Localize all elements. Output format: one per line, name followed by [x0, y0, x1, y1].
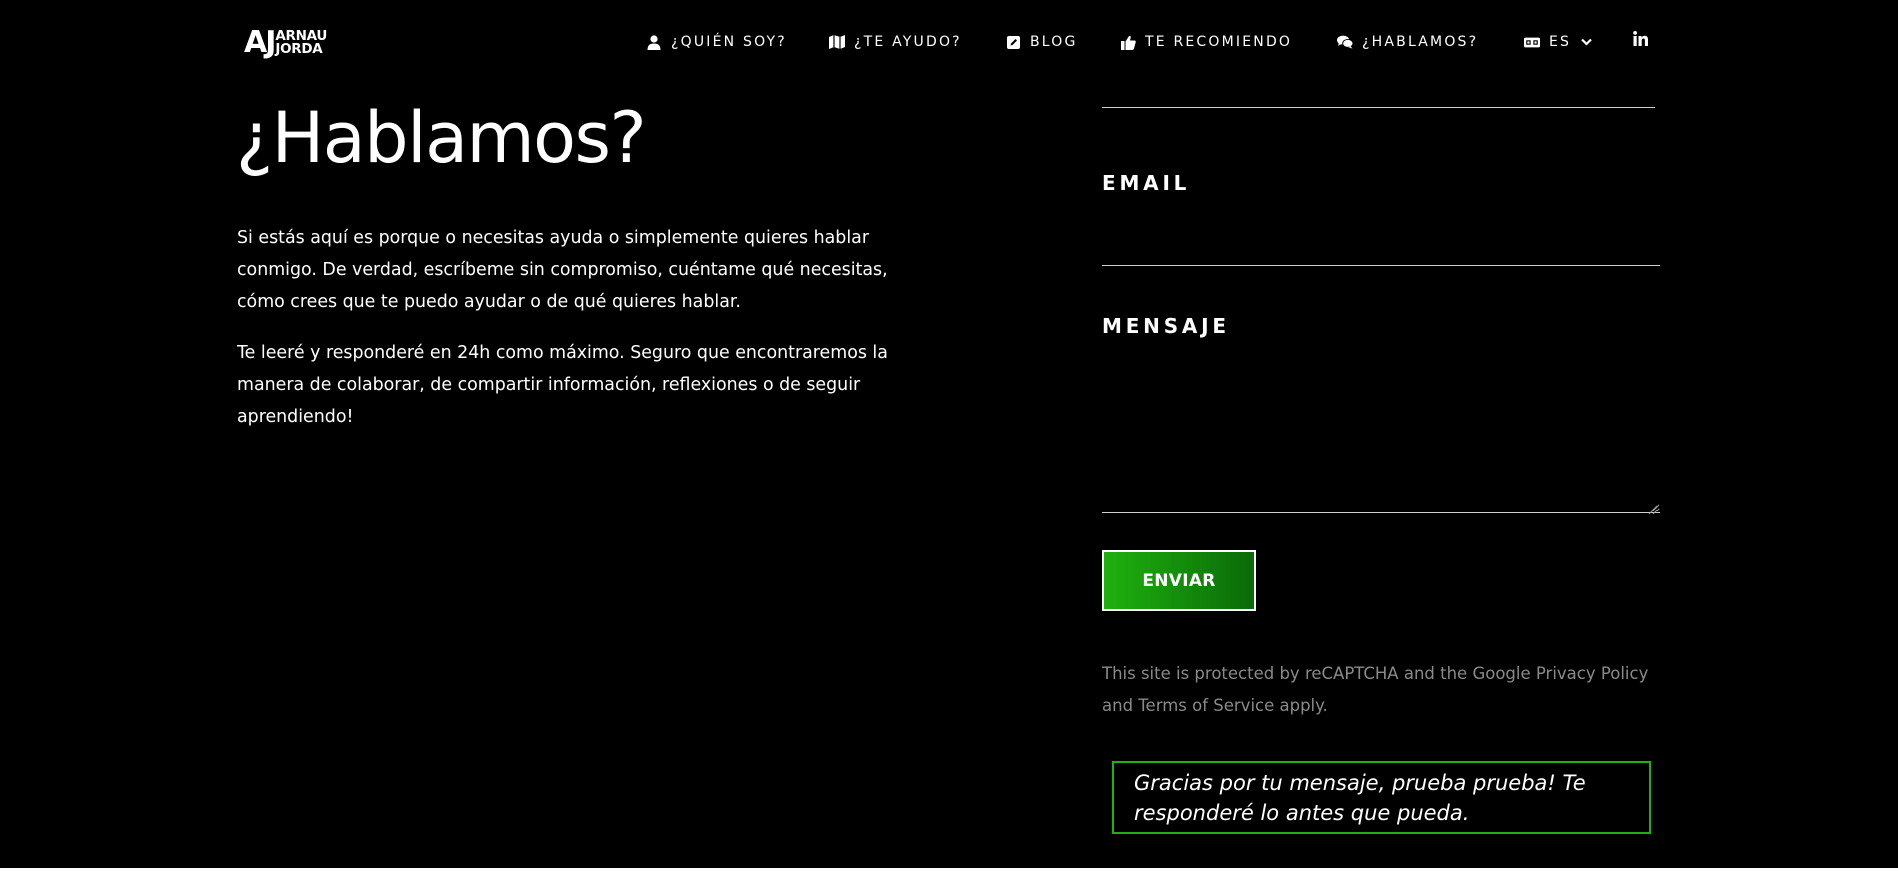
user-icon	[646, 34, 662, 50]
map-icon	[829, 34, 845, 50]
edit-icon	[1005, 34, 1021, 50]
nav-item-label: BLOG	[1030, 34, 1078, 50]
linkedin-icon	[1632, 29, 1648, 47]
nav-item-blog[interactable]: BLOG	[1005, 30, 1078, 54]
chat-icon	[1337, 34, 1353, 50]
email-label: EMAIL	[1102, 171, 1191, 195]
contact-page: AJ ARNAU JORDA ¿QUIÉN SOY? ¿TE AYUDO? BL…	[0, 0, 1898, 868]
linkedin-link[interactable]	[1632, 26, 1648, 50]
intro-paragraph: Si estás aquí es porque o necesitas ayud…	[237, 228, 888, 312]
nav-item-te-ayudo[interactable]: ¿TE AYUDO?	[829, 30, 962, 54]
nav-item-te-recomiendo[interactable]: TE RECOMIENDO	[1120, 30, 1292, 54]
message-field[interactable]	[1102, 352, 1660, 513]
send-button[interactable]: ENVIAR	[1102, 550, 1256, 611]
nav-item-label: TE RECOMIENDO	[1145, 34, 1293, 50]
intro-paragraph: Te leeré y responderé en 24h como máximo…	[237, 343, 888, 427]
language-icon	[1524, 34, 1540, 50]
page-title: ¿Hablamos?	[236, 97, 647, 179]
message-label: MENSAJE	[1102, 314, 1230, 338]
nav-item-label: ¿HABLAMOS?	[1362, 34, 1479, 50]
nav-item-hablamos[interactable]: ¿HABLAMOS?	[1337, 30, 1478, 54]
name-field-underline	[1102, 107, 1655, 108]
language-selector[interactable]: ES	[1524, 30, 1592, 54]
nav-item-label: ¿QUIÉN SOY?	[671, 34, 787, 50]
resize-handle-icon[interactable]	[1648, 500, 1658, 515]
nav-item-label: ¿TE AYUDO?	[854, 34, 962, 50]
email-field[interactable]	[1102, 226, 1660, 266]
thumbs-up-icon	[1120, 34, 1136, 50]
chevron-down-icon	[1580, 34, 1592, 50]
intro-text: Si estás aquí es porque o necesitas ayud…	[237, 222, 907, 452]
success-message: Gracias por tu mensaje, prueba prueba! T…	[1112, 761, 1651, 834]
main-nav: ¿QUIÉN SOY? ¿TE AYUDO? BLOG TE RECOMIEND…	[0, 30, 1898, 54]
nav-item-quien-soy[interactable]: ¿QUIÉN SOY?	[646, 30, 787, 54]
recaptcha-notice: This site is protected by reCAPTCHA and …	[1102, 664, 1649, 715]
language-label: ES	[1549, 34, 1572, 50]
